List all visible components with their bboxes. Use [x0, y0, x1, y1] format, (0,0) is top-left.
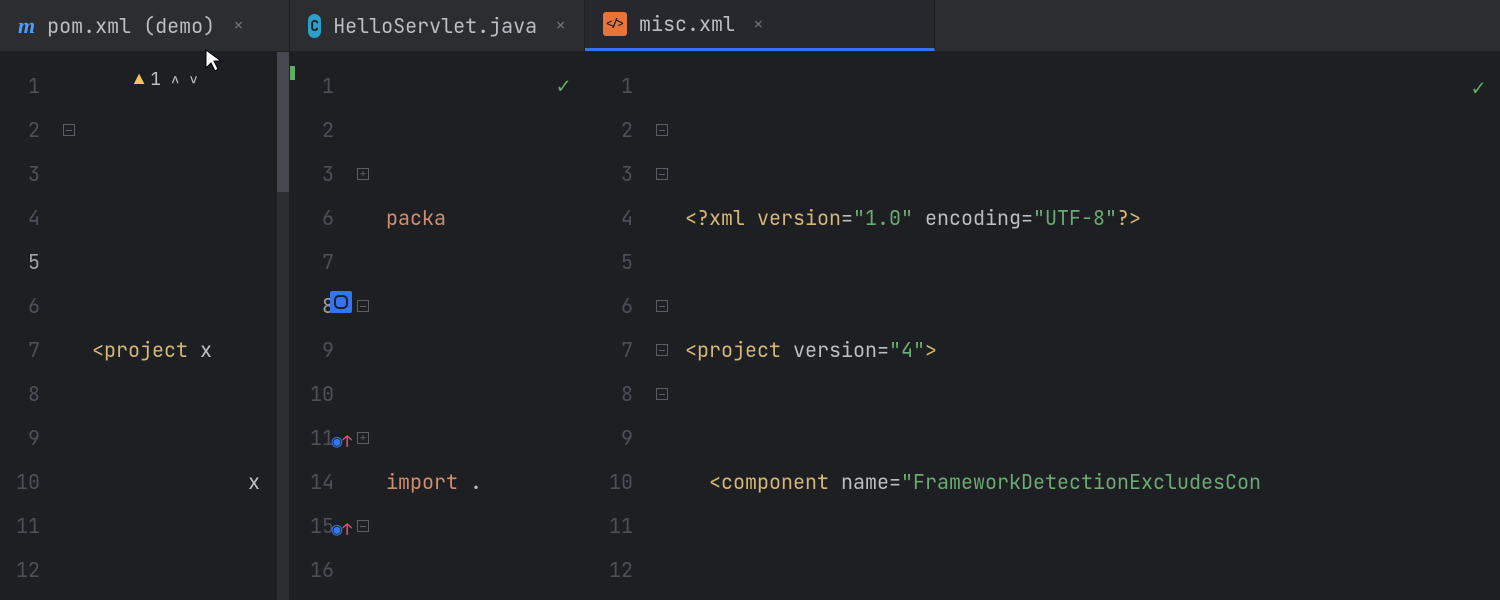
fold-toggle[interactable]	[647, 328, 677, 372]
chevron-up-icon[interactable]: ∧	[171, 58, 179, 102]
close-icon[interactable]: ×	[233, 14, 244, 37]
editor-pane-java[interactable]: 1 2 3 6 7 8 9 10 11 14 15 16 ◉↑ ◉↑	[290, 52, 585, 600]
fold-toggle[interactable]	[54, 108, 84, 152]
fold-toggle[interactable]	[647, 372, 677, 416]
close-icon[interactable]: ×	[753, 13, 764, 36]
fold-toggle[interactable]	[647, 152, 677, 196]
code-area[interactable]: ✓ <?xml version="1.0" encoding="UTF-8"?>…	[677, 52, 1499, 600]
line-gutter: 1 2 3 4 5 6 7 8 9 10 11 12	[0, 52, 54, 600]
line-gutter: 1 2 3 6 7 8 9 10 11 14 15 16 ◉↑ ◉↑	[290, 52, 348, 600]
tab-misc[interactable]: </> misc.xml ×	[585, 0, 935, 51]
code-area[interactable]: ▲ 1 ∧ ∨ <project x x ▬x <model <grou <ar…	[84, 52, 289, 600]
fold-toggle[interactable]	[647, 108, 677, 152]
editor-pane-misc[interactable]: 1 2 3 4 5 6 7 8 9 10 11 12 ✓ <?xml versi…	[585, 52, 1500, 600]
fold-toggle[interactable]	[348, 152, 378, 196]
close-icon[interactable]: ×	[555, 14, 566, 37]
scrollbar-track[interactable]	[277, 52, 289, 600]
editor-tabs: m pom.xml (demo) × C HelloServlet.java ×…	[0, 0, 1500, 52]
editor-split-panes: 1 2 3 4 5 6 7 8 9 10 11 12 ▲ 1 ∧ ∨	[0, 52, 1500, 600]
editor-pane-pom[interactable]: 1 2 3 4 5 6 7 8 9 10 11 12 ▲ 1 ∧ ∨	[0, 52, 290, 600]
warning-count: 1	[150, 58, 161, 102]
warning-icon: ▲	[134, 58, 144, 102]
code-area[interactable]: ✓ packa import . @WebServ public c priv …	[378, 52, 584, 600]
maven-icon: m	[18, 13, 35, 39]
tab-helloservlet[interactable]: C HelloServlet.java ×	[290, 0, 585, 51]
scrollbar-thumb[interactable]	[277, 52, 289, 192]
tab-label: HelloServlet.java	[333, 13, 537, 39]
tab-pom[interactable]: m pom.xml (demo) ×	[0, 0, 290, 51]
chevron-down-icon[interactable]: ∨	[189, 58, 197, 102]
fold-toggle[interactable]	[348, 504, 378, 548]
fold-toggle[interactable]	[647, 284, 677, 328]
class-icon: C	[308, 14, 321, 38]
fold-gutter	[348, 52, 378, 600]
no-problems-icon[interactable]: ✓	[1472, 66, 1485, 110]
xml-icon: </>	[603, 12, 627, 36]
fold-gutter	[647, 52, 677, 600]
fold-toggle[interactable]	[348, 284, 378, 328]
fold-gutter	[54, 52, 84, 600]
no-problems-icon[interactable]: ✓	[557, 64, 570, 108]
tab-label: pom.xml (demo)	[47, 13, 215, 39]
inspection-badge[interactable]: ▲ 1 ∧ ∨	[134, 58, 198, 102]
line-gutter: 1 2 3 4 5 6 7 8 9 10 11 12	[585, 52, 647, 600]
fold-toggle[interactable]	[348, 416, 378, 460]
tab-label: misc.xml	[639, 11, 735, 37]
